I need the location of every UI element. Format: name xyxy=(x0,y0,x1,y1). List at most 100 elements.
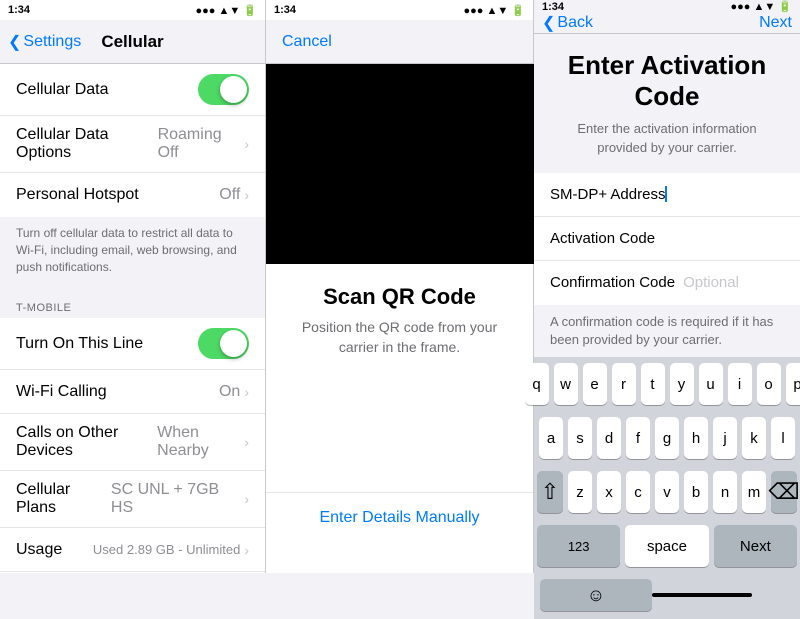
chevron-icon: › xyxy=(244,136,249,152)
chevron-left-icon: ❮ xyxy=(8,32,21,52)
key-z[interactable]: z xyxy=(568,471,592,513)
number-key[interactable]: 123 xyxy=(537,525,620,567)
cellular-data-options-row[interactable]: Cellular Data Options Roaming Off › xyxy=(0,116,265,173)
nav-bar-3: ❮ Back Next xyxy=(534,13,800,34)
personal-hotspot-value: Off › xyxy=(219,186,249,204)
next-button[interactable]: Next xyxy=(759,14,792,32)
key-j[interactable]: j xyxy=(713,417,737,459)
key-f[interactable]: f xyxy=(626,417,650,459)
key-v[interactable]: v xyxy=(655,471,679,513)
key-m[interactable]: m xyxy=(742,471,766,513)
key-p[interactable]: p xyxy=(786,363,800,405)
cellular-settings-panel: 1:34 ●●● ▲▼ 🔋 ❮ Settings Cellular Cellul… xyxy=(0,0,266,573)
nav-bar-1: ❮ Settings Cellular xyxy=(0,20,265,64)
scan-desc: Position the QR code from your carrier i… xyxy=(290,318,509,357)
time-2: 1:34 xyxy=(274,4,296,16)
activation-code-label: Activation Code xyxy=(550,230,655,247)
calls-other-value: When Nearby › xyxy=(157,424,249,460)
key-g[interactable]: g xyxy=(655,417,679,459)
chevron-icon-2: › xyxy=(244,187,249,203)
usage-value: Used 2.89 GB - Unlimited › xyxy=(93,542,249,558)
delete-key[interactable]: ⌫ xyxy=(771,471,797,513)
key-e[interactable]: e xyxy=(583,363,607,405)
toggle-knob xyxy=(220,76,247,103)
cancel-button[interactable]: Cancel xyxy=(282,33,332,51)
status-icons-3: ●●● ▲▼ 🔋 xyxy=(730,0,792,13)
cellular-data-label: Cellular Data xyxy=(16,81,108,99)
nav-bar-2: Cancel xyxy=(266,20,533,64)
wifi-calling-row[interactable]: Wi-Fi Calling On › xyxy=(0,370,265,414)
key-n[interactable]: n xyxy=(713,471,737,513)
keyboard-next-key[interactable]: Next xyxy=(714,525,797,567)
home-indicator xyxy=(652,593,752,597)
emoji-key[interactable]: ☺ xyxy=(540,579,652,611)
cellular-info-text: Turn off cellular data to restrict all d… xyxy=(0,217,265,283)
tmobile-section-header: T-MOBILE xyxy=(0,283,265,318)
spacer xyxy=(266,357,533,492)
status-icons-1: ●●● ▲▼ 🔋 xyxy=(195,4,257,17)
key-c[interactable]: c xyxy=(626,471,650,513)
usage-row[interactable]: Usage Used 2.89 GB - Unlimited › xyxy=(0,528,265,572)
top-section: Cellular Data Cellular Data Options Roam… xyxy=(0,64,265,217)
confirmation-code-row[interactable]: Confirmation Code Optional xyxy=(534,261,800,305)
key-r[interactable]: r xyxy=(612,363,636,405)
shift-key[interactable]: ⇧ xyxy=(537,471,563,513)
activation-form: SM-DP+ Address Activation Code Confirmat… xyxy=(534,173,800,305)
activation-code-row[interactable]: Activation Code xyxy=(534,217,800,261)
cellular-data-toggle[interactable] xyxy=(198,74,249,105)
time-1: 1:34 xyxy=(8,4,30,16)
key-d[interactable]: d xyxy=(597,417,621,459)
key-s[interactable]: s xyxy=(568,417,592,459)
status-bar-3: 1:34 ●●● ▲▼ 🔋 xyxy=(534,0,800,13)
key-o[interactable]: o xyxy=(757,363,781,405)
confirmation-note: A confirmation code is required if it ha… xyxy=(534,305,800,357)
qr-scanner-panel: 1:34 ●●● ▲▼ 🔋 Cancel Scan QR Code Positi… xyxy=(266,0,534,573)
smdp-label: SM-DP+ Address xyxy=(550,186,665,203)
key-t[interactable]: t xyxy=(641,363,665,405)
toggle-knob-2 xyxy=(220,330,247,357)
key-b[interactable]: b xyxy=(684,471,708,513)
key-w[interactable]: w xyxy=(554,363,578,405)
space-key[interactable]: space xyxy=(625,525,708,567)
keyboard-row-3: ⇧ z x c v b n m ⌫ xyxy=(534,465,800,519)
qr-viewfinder xyxy=(266,64,534,264)
key-l[interactable]: l xyxy=(771,417,795,459)
turn-on-line-row[interactable]: Turn On This Line xyxy=(0,318,265,370)
cellular-plans-row[interactable]: Cellular Plans SC UNL + 7GB HS › xyxy=(0,471,265,528)
settings-list: Cellular Data Cellular Data Options Roam… xyxy=(0,64,265,573)
key-i[interactable]: i xyxy=(728,363,752,405)
cellular-data-options-label: Cellular Data Options xyxy=(16,126,158,162)
key-y[interactable]: y xyxy=(670,363,694,405)
key-k[interactable]: k xyxy=(742,417,766,459)
cellular-plans-value: SC UNL + 7GB HS › xyxy=(111,481,249,517)
calls-other-devices-row[interactable]: Calls on Other Devices When Nearby › xyxy=(0,414,265,471)
settings-back-button[interactable]: ❮ Settings xyxy=(8,32,81,52)
key-h[interactable]: h xyxy=(684,417,708,459)
activation-code-title: Enter Activation Code xyxy=(550,50,784,112)
personal-hotspot-row[interactable]: Personal Hotspot Off › xyxy=(0,173,265,217)
back-button[interactable]: ❮ Back xyxy=(542,13,593,33)
cellular-data-row[interactable]: Cellular Data xyxy=(0,64,265,116)
turn-on-line-label: Turn On This Line xyxy=(16,335,143,353)
scan-title: Scan QR Code xyxy=(282,284,517,310)
turn-on-line-toggle[interactable] xyxy=(198,328,249,359)
chevron-icon-6: › xyxy=(244,542,249,558)
enter-manually-button[interactable]: Enter Details Manually xyxy=(266,492,533,543)
activation-code-panel: 1:34 ●●● ▲▼ 🔋 ❮ Back Next Enter Activati… xyxy=(534,0,800,573)
smdp-row[interactable]: SM-DP+ Address xyxy=(534,173,800,217)
key-x[interactable]: x xyxy=(597,471,621,513)
key-u[interactable]: u xyxy=(699,363,723,405)
tmobile-label: T-MOBILE xyxy=(16,302,71,314)
keyboard: q w e r t y u i o p a s d f g h j k l ⇧ … xyxy=(534,357,800,619)
chevron-icon-5: › xyxy=(244,491,249,507)
bottom-bar xyxy=(266,543,533,573)
tmobile-section: Turn On This Line Wi-Fi Calling On › Cal… xyxy=(0,318,265,573)
cellular-data-options-value: Roaming Off › xyxy=(158,126,249,162)
text-cursor xyxy=(665,186,667,202)
key-a[interactable]: a xyxy=(539,417,563,459)
chevron-left-icon-3: ❮ xyxy=(542,13,555,33)
wifi-calling-label: Wi-Fi Calling xyxy=(16,383,107,401)
time-3: 1:34 xyxy=(542,1,564,13)
key-q[interactable]: q xyxy=(525,363,549,405)
cellular-plans-label: Cellular Plans xyxy=(16,481,111,517)
